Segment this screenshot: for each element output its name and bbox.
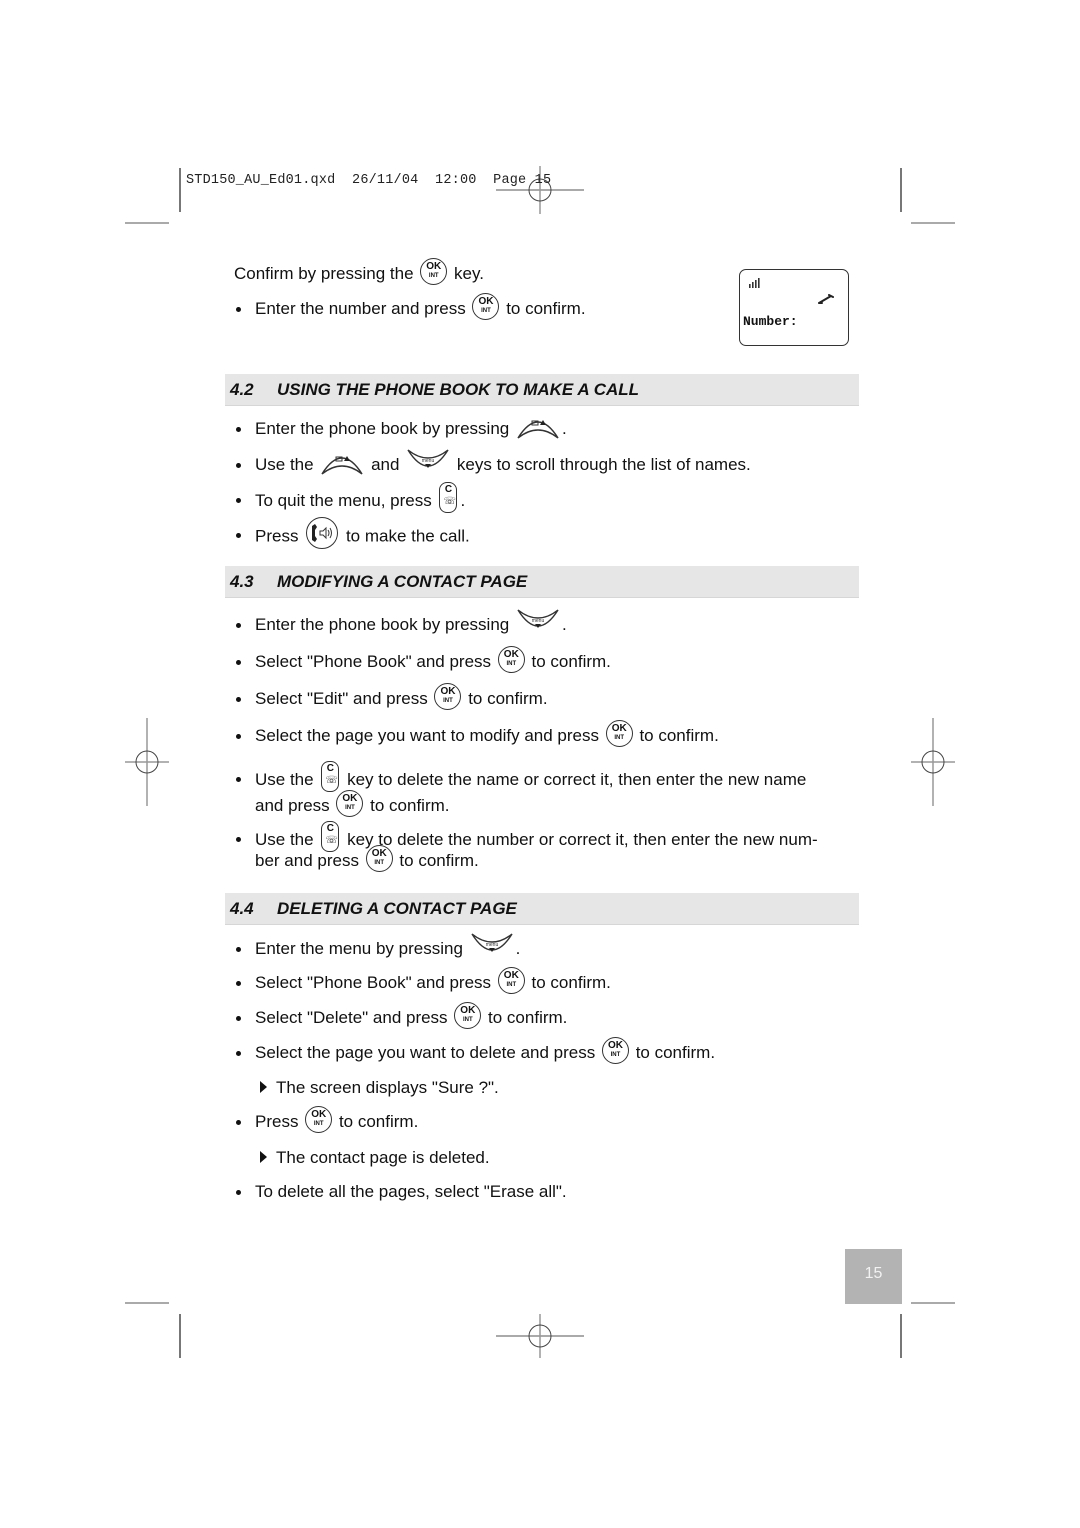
bullet bbox=[236, 307, 241, 312]
bullet bbox=[236, 463, 241, 468]
bullet bbox=[236, 981, 241, 986]
list-item: Enter the menu by pressing menu . bbox=[255, 932, 520, 960]
page-number: 15 bbox=[864, 1265, 883, 1282]
svg-text:menu: menu bbox=[422, 458, 435, 464]
result-arrow-icon bbox=[260, 1151, 267, 1163]
list-item-continuation: and press OK INT to confirm. bbox=[255, 790, 450, 818]
ok-int-key-icon: OK INT bbox=[497, 967, 525, 995]
crop-mark bbox=[125, 1302, 169, 1304]
menu-down-key-icon: menu bbox=[517, 608, 559, 628]
bullet bbox=[236, 837, 241, 842]
bullet bbox=[236, 1120, 241, 1125]
bullet bbox=[236, 623, 241, 628]
list-item: Select "Phone Book" and press OK INT to c… bbox=[255, 967, 611, 995]
list-item: Select the page you want to delete and p… bbox=[255, 1037, 715, 1065]
crop-mark bbox=[900, 1314, 902, 1358]
bullet bbox=[236, 427, 241, 432]
crop-mark bbox=[900, 168, 902, 212]
crop-mark bbox=[179, 1314, 181, 1358]
result-item: The screen displays "Sure ?". bbox=[276, 1078, 499, 1097]
list-item: To quit the menu, press C ☏. bbox=[255, 482, 465, 513]
result-item: The contact page is deleted. bbox=[276, 1148, 490, 1167]
list-item: Select "Phone Book" and press OK INT to c… bbox=[255, 646, 611, 674]
crop-mark bbox=[911, 1302, 955, 1304]
bullet bbox=[236, 947, 241, 952]
ok-int-key-icon: OK INT bbox=[434, 683, 462, 711]
ok-int-key-icon: OK INT bbox=[497, 646, 525, 674]
bullet bbox=[236, 697, 241, 702]
section-title: MODIFYING A CONTACT PAGE bbox=[277, 572, 528, 591]
crop-mark bbox=[179, 168, 181, 212]
bullet bbox=[236, 660, 241, 665]
bullet bbox=[236, 533, 241, 538]
c-hangup-key-icon: C ☏ bbox=[321, 761, 340, 792]
enter-number-line: Enter the number and press OK INT to conf… bbox=[255, 293, 586, 321]
list-item: Use the C ☏ key to delete the number or c… bbox=[255, 821, 818, 852]
phonebook-up-key-icon bbox=[517, 419, 559, 439]
bullet bbox=[236, 734, 241, 739]
registration-mark-left bbox=[125, 718, 169, 806]
lcd-label: Number: bbox=[743, 314, 798, 329]
section-title: DELETING A CONTACT PAGE bbox=[277, 899, 517, 918]
section-header-4-4: 4.4 DELETING A CONTACT PAGE bbox=[225, 893, 859, 925]
ok-int-key-icon: OK INT bbox=[336, 790, 364, 818]
ok-int-key-icon: OK INT bbox=[420, 258, 448, 286]
crop-mark bbox=[125, 222, 169, 224]
bullet bbox=[236, 1190, 241, 1195]
print-slug: STD150_AU_Ed01.qxd 26/11/04 12:00 Page 1… bbox=[186, 173, 552, 188]
list-item: Select the page you want to modify and p… bbox=[255, 720, 719, 748]
menu-down-key-icon: menu bbox=[471, 932, 513, 952]
registration-mark-right bbox=[911, 718, 955, 806]
phonebook-up-key-icon bbox=[321, 455, 363, 475]
confirm-line: Confirm by pressing the OK INT key. bbox=[234, 258, 484, 286]
ok-int-key-icon: OK INT bbox=[472, 293, 500, 321]
ok-int-key-icon: OK INT bbox=[365, 845, 393, 873]
crop-mark bbox=[911, 222, 955, 224]
lcd-screen-illustration: Number: bbox=[739, 269, 849, 346]
menu-down-key-icon: menu bbox=[407, 448, 449, 468]
list-item: Select "Delete" and press OK INT to confi… bbox=[255, 1002, 567, 1030]
svg-text:menu: menu bbox=[485, 942, 498, 948]
list-item: Enter the phone book by pressing menu . bbox=[255, 608, 567, 636]
result-arrow-icon bbox=[260, 1081, 267, 1093]
list-item-continuation: ber and press OK INT to confirm. bbox=[255, 845, 479, 873]
bullet bbox=[236, 498, 241, 503]
svg-text:menu: menu bbox=[532, 618, 545, 624]
bullet bbox=[236, 777, 241, 782]
ok-int-key-icon: OK INT bbox=[601, 1037, 629, 1065]
list-item: Enter the phone book by pressing . bbox=[255, 419, 567, 440]
section-header-4-3: 4.3 MODIFYING A CONTACT PAGE bbox=[225, 566, 859, 598]
c-hangup-key-icon: C ☏ bbox=[321, 821, 340, 852]
handset-icon bbox=[818, 294, 834, 304]
list-item: Select "Edit" and press OK INT to confirm… bbox=[255, 683, 548, 711]
list-item: To delete all the pages, select "Erase a… bbox=[255, 1182, 567, 1201]
bullet bbox=[236, 1051, 241, 1056]
call-speaker-key-icon bbox=[306, 517, 339, 549]
ok-int-key-icon: OK INT bbox=[305, 1106, 333, 1134]
ok-int-key-icon: OK INT bbox=[454, 1002, 482, 1030]
signal-bars-icon bbox=[749, 278, 760, 288]
section-header-4-2: 4.2 USING THE PHONE BOOK TO MAKE A CALL bbox=[225, 374, 859, 406]
list-item: Use the C ☏ key to delete the name or cor… bbox=[255, 761, 806, 792]
registration-mark-bottom bbox=[496, 1314, 584, 1358]
bullet bbox=[236, 1016, 241, 1021]
list-item: Press to make the call. bbox=[255, 517, 470, 549]
ok-int-key-icon: OK INT bbox=[605, 720, 633, 748]
section-title: USING THE PHONE BOOK TO MAKE A CALL bbox=[277, 380, 640, 399]
page-number-box: 15 bbox=[845, 1249, 902, 1304]
list-item: Use the and menu keys to scroll through … bbox=[255, 448, 751, 476]
list-item: Press OK INT to confirm. bbox=[255, 1106, 418, 1134]
c-hangup-key-icon: C ☏ bbox=[439, 482, 458, 513]
